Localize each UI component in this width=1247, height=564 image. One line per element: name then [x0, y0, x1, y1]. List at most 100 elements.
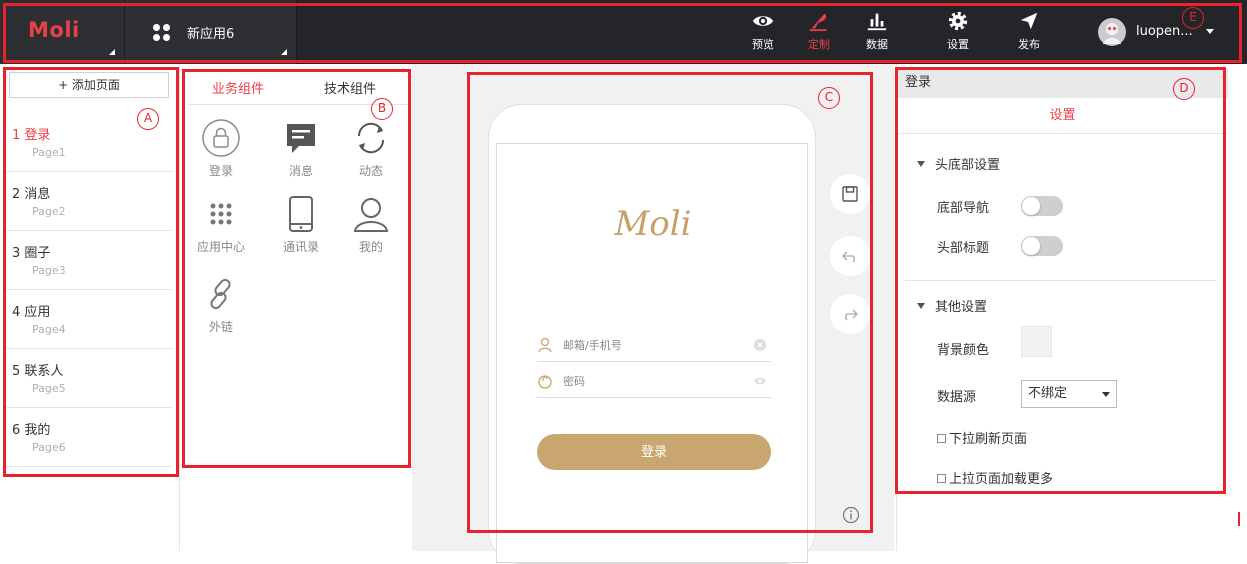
save-button[interactable] — [830, 174, 870, 214]
brand-logo: Moli — [614, 204, 692, 244]
component-external-link[interactable]: 外链 — [186, 274, 256, 338]
checkbox-box — [937, 474, 946, 483]
annotation-badge: B — [371, 98, 393, 120]
tab-business-components[interactable]: 业务组件 — [212, 78, 264, 97]
nav-data[interactable]: 数据 — [847, 0, 907, 64]
undo-icon — [842, 251, 855, 263]
avatar — [1098, 18, 1126, 46]
nav-label: 设置 — [947, 38, 969, 51]
quill-icon — [809, 13, 827, 32]
username-placeholder: 邮箱/手机号 — [563, 339, 622, 352]
checkbox-label: 上拉页面加载更多 — [949, 472, 1054, 487]
user-icon — [353, 198, 389, 232]
page-id: Page3 — [32, 264, 66, 277]
page-id: Page1 — [32, 146, 66, 159]
nav-publish[interactable]: 发布 — [999, 0, 1059, 64]
component-label: 我的 — [358, 240, 383, 254]
chevron-down-icon — [1102, 392, 1110, 397]
login-button[interactable]: 登录 — [537, 434, 771, 470]
component-panel: 业务组件 技术组件 登录 消息 动态 应用中心 通讯录 我的 外链 — [182, 64, 410, 551]
save-icon — [842, 186, 858, 202]
datasource-select[interactable]: 不绑定 — [1021, 380, 1117, 408]
datasource-value: 不绑定 — [1028, 386, 1068, 401]
lock-icon — [538, 375, 552, 389]
eye-icon — [752, 16, 774, 26]
component-label: 动态 — [358, 164, 383, 178]
load-more-checkbox[interactable]: 上拉页面加载更多 — [937, 468, 1053, 487]
user-name: luopen... — [1136, 24, 1193, 39]
tab-tech-components[interactable]: 技术组件 — [324, 78, 376, 97]
lock-icon — [202, 119, 240, 157]
phone-screen: Moli 邮箱/手机号 密码 登录 — [496, 143, 808, 563]
username-field[interactable]: 邮箱/手机号 — [537, 332, 771, 362]
component-login[interactable]: 登录 — [186, 118, 256, 182]
nav-label: 数据 — [866, 38, 888, 51]
redo-button[interactable] — [830, 294, 870, 334]
nav-preview[interactable]: 预览 — [733, 0, 793, 64]
component-label: 登录 — [208, 164, 233, 178]
password-placeholder: 密码 — [563, 375, 585, 388]
page-item[interactable]: 2 消息 Page2 — [4, 173, 172, 231]
bg-color-swatch[interactable] — [1021, 326, 1052, 357]
nav-label: 预览 — [752, 38, 774, 51]
bottom-nav-label: 底部导航 — [937, 201, 990, 216]
page-item[interactable]: 4 应用 Page4 — [4, 291, 172, 349]
preview-canvas: Moli 邮箱/手机号 密码 登录 — [412, 64, 894, 564]
corner-arrow-icon — [281, 49, 287, 55]
component-app-center[interactable]: 应用中心 — [186, 194, 256, 258]
header-title-label: 头部标题 — [937, 241, 990, 256]
grid-icon — [210, 203, 232, 225]
pull-refresh-checkbox[interactable]: 下拉刷新页面 — [937, 428, 1027, 447]
annotation-badge: C — [818, 87, 840, 109]
message-icon — [287, 124, 315, 153]
page-id: Page6 — [32, 441, 66, 454]
nav-customize[interactable]: 定制 — [789, 0, 849, 64]
clear-icon[interactable] — [753, 338, 767, 352]
chevron-down-icon — [1206, 29, 1214, 34]
apps-icon — [153, 24, 171, 42]
annotation-badge: D — [1173, 78, 1195, 100]
app-selector[interactable]: 新应用6 — [125, 0, 297, 64]
info-icon[interactable] — [842, 506, 860, 524]
gear-icon — [948, 11, 968, 31]
page-name: 6 我的 — [12, 423, 51, 438]
checkbox-label: 下拉刷新页面 — [949, 432, 1028, 447]
divider — [905, 280, 1217, 281]
datasource-label: 数据源 — [937, 390, 977, 405]
page-name: 1 登录 — [12, 128, 51, 143]
tablet-icon — [289, 196, 313, 232]
scrollbar[interactable] — [1238, 512, 1240, 526]
annotation-badge: A — [137, 108, 159, 130]
logo: Moli — [28, 18, 80, 42]
password-field[interactable]: 密码 — [537, 368, 771, 398]
component-label: 消息 — [288, 164, 313, 178]
component-feed[interactable]: 动态 — [336, 118, 406, 182]
bar-chart-icon — [867, 13, 887, 31]
checkbox-box — [937, 434, 946, 443]
bg-color-label: 背景颜色 — [937, 343, 990, 358]
nav-label: 发布 — [1018, 38, 1040, 51]
link-icon — [210, 278, 231, 310]
eye-icon[interactable] — [753, 374, 767, 388]
page-item[interactable]: 3 圈子 Page3 — [4, 232, 172, 290]
header-title-toggle[interactable] — [1021, 236, 1063, 256]
page-item[interactable]: 6 我的 Page6 — [4, 409, 172, 467]
page-name: 4 应用 — [12, 305, 51, 320]
annotation-badge: E — [1182, 7, 1204, 29]
component-contacts[interactable]: 通讯录 — [266, 194, 336, 258]
component-label: 外链 — [208, 320, 233, 334]
component-message[interactable]: 消息 — [266, 118, 336, 182]
add-page-button[interactable]: + 添加页面 — [9, 72, 169, 98]
logo-menu[interactable]: Moli — [0, 0, 125, 64]
refresh-icon — [357, 122, 385, 154]
undo-button[interactable] — [830, 236, 870, 276]
tab-settings[interactable]: 设置 — [897, 98, 1228, 134]
component-profile[interactable]: 我的 — [336, 194, 406, 258]
bottom-nav-toggle[interactable] — [1021, 196, 1063, 216]
section-header-footer[interactable]: 头底部设置 — [917, 154, 1000, 173]
nav-settings[interactable]: 设置 — [928, 0, 988, 64]
section-other[interactable]: 其他设置 — [917, 296, 987, 315]
page-item[interactable]: 5 联系人 Page5 — [4, 350, 172, 408]
paper-plane-icon — [1020, 12, 1038, 30]
page-list-panel: + 添加页面 1 登录 Page1 2 消息 Page2 3 圈子 Page3 … — [0, 64, 180, 551]
